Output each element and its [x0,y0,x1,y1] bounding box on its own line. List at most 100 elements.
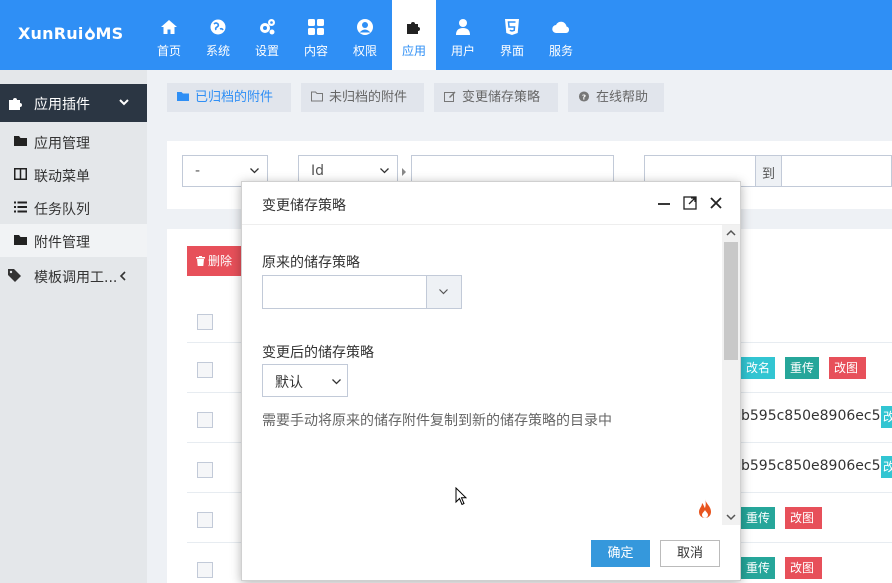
sidebar-item-label: 模板调用工... [34,270,118,286]
sidebar-header-label: 应用插件 [34,97,90,113]
row-checkbox[interactable] [197,412,213,428]
cancel-button-label: 取消 [676,546,703,561]
nav-label: 用户 [450,44,475,58]
chevron-down-icon [119,99,129,106]
row-checkbox[interactable] [197,362,213,378]
nav-permission[interactable]: 权限 [343,0,387,70]
delete-button[interactable]: 删除 [187,246,241,276]
svg-text:?: ? [582,92,586,101]
nav-content[interactable]: 内容 [294,0,338,70]
reupload-button-label: 重传 [746,511,771,525]
sidebar-header[interactable]: 应用插件 [0,84,147,122]
sidebar-item-app-manage[interactable]: 应用管理 [0,125,147,158]
range-separator-label: 到 [762,167,776,182]
logo-text-left: XunRui [18,24,84,43]
logo-text-right: MS [95,24,124,43]
maximize-icon[interactable] [683,196,697,210]
nav-settings[interactable]: 设置 [245,0,289,70]
nav-service[interactable]: 服务 [539,0,583,70]
edit-image-button-label: 改图 [790,561,815,575]
puzzle-icon [9,98,22,110]
nav-system[interactable]: 系统 [196,0,240,70]
nav-interface[interactable]: 界面 [490,0,534,70]
tab-help[interactable]: ? 在线帮助 [568,83,664,112]
tab-unarchived[interactable]: 未归档的附件 [301,83,424,112]
question-icon: ? [578,91,590,102]
nav-users[interactable]: 用户 [441,0,485,70]
chevron-down-icon [250,168,259,174]
sidebar-item-label: 附件管理 [34,235,90,251]
logo-drop-icon [84,26,95,40]
sidebar-item-template-tools[interactable]: 模板调用工... [0,262,147,290]
confirm-button-label: 确定 [607,546,634,561]
nav-label: 界面 [499,44,524,58]
tag-icon [8,269,21,282]
tab-archived[interactable]: 已归档的附件 [167,83,291,112]
confirm-button[interactable]: 确定 [591,540,650,567]
reupload-button[interactable]: 重传 [741,507,775,529]
tab-label: 在线帮助 [596,90,649,105]
nav-label: 内容 [303,44,328,58]
scroll-up-icon[interactable] [726,229,736,236]
original-storage-label: 原来的储存策略 [262,255,360,271]
folder-icon [14,235,27,245]
tab-change-storage[interactable]: 变更储存策略 [434,83,558,112]
top-navbar: XunRui MS 首页 系统 设置 内容 权限 应用 用户 界面 服务 [0,0,892,70]
filter-select-1-value: - [195,163,201,179]
edit-image-button[interactable]: 改图 [785,507,822,529]
chevron-left-icon [119,271,126,281]
rename-button[interactable]: 改 [881,406,892,428]
scroll-down-icon[interactable] [726,514,736,521]
rename-button-label: 改名 [746,361,771,375]
sidebar: 应用插件 应用管理 联动菜单 任务队列 附件管理 模板调用工... [0,70,147,583]
flame-icon [699,499,711,518]
rename-button[interactable]: 改 [881,456,892,478]
user-icon [456,19,470,35]
sidebar-item-attachments[interactable]: 附件管理 [0,224,147,257]
nav-label: 系统 [205,44,230,58]
logo[interactable]: XunRui MS [18,24,123,43]
new-storage-select[interactable]: 默认 [262,364,348,397]
file-hash: b595c850e8906ec5C [741,458,891,474]
sidebar-item-label: 联动菜单 [34,169,90,185]
trash-icon [196,256,205,266]
original-storage-select[interactable] [262,275,462,309]
chevron-down-icon [439,289,448,295]
edit-icon [444,91,456,102]
rename-button[interactable]: 改名 [741,357,775,379]
mouse-cursor-icon [455,487,467,506]
tab-label: 已归档的附件 [195,90,274,105]
sidebar-item-label: 应用管理 [34,136,90,152]
row-checkbox[interactable] [197,562,213,578]
original-storage-caret[interactable] [426,276,461,308]
nav-home[interactable]: 首页 [147,0,191,70]
edit-image-button[interactable]: 改图 [785,557,822,579]
row-checkbox[interactable] [197,512,213,528]
sidebar-item-linkage-menu[interactable]: 联动菜单 [0,158,147,191]
sidebar-item-task-queue[interactable]: 任务队列 [0,191,147,224]
nav-label: 应用 [401,44,426,58]
select-all-checkbox[interactable] [197,314,213,330]
filter-range-end-input[interactable] [781,155,892,187]
file-hash: b595c850e8906ec5C [741,408,891,424]
reupload-button[interactable]: 重传 [741,557,775,579]
caret-right-icon [402,168,406,176]
cancel-button[interactable]: 取消 [660,540,720,567]
chevron-down-icon [332,379,341,385]
minimize-icon[interactable] [657,196,671,210]
home-icon [161,20,177,34]
gears-icon [260,19,275,35]
reupload-button[interactable]: 重传 [785,357,819,379]
dialog-scrollbar[interactable] [722,225,740,525]
filter-field-value: Id [311,163,325,179]
new-storage-label: 变更后的储存策略 [262,345,374,361]
scrollbar-thumb[interactable] [724,242,738,360]
row-checkbox[interactable] [197,462,213,478]
edit-image-button-label: 改图 [834,361,859,375]
folder-open-icon [311,91,323,102]
close-icon[interactable] [709,196,723,210]
range-separator: 到 [755,155,782,187]
nav-apps[interactable]: 应用 [392,0,436,70]
grid-icon [308,19,324,35]
edit-image-button[interactable]: 改图 [829,357,866,379]
